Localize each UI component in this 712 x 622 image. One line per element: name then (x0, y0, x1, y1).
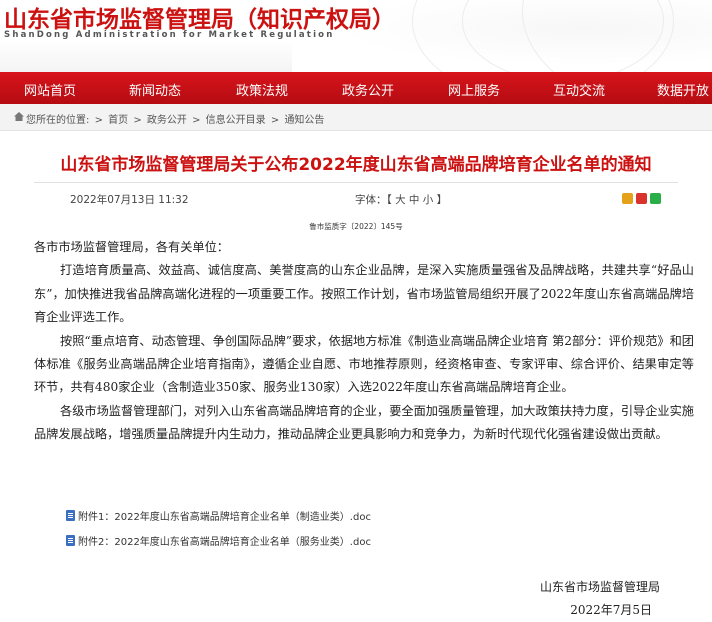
salutation: 各市市场监督管理局，各有关单位： (34, 240, 229, 254)
breadcrumb-text: 您所在的位置: > 首页 > 政务公开 > 信息公开目录 > 通知公告 (26, 111, 326, 126)
nav-item-online-service[interactable]: 网上服务 (448, 80, 500, 99)
doc-file-icon (66, 535, 75, 546)
nav-item-open-data[interactable]: 数据开放 (657, 80, 709, 99)
attachment-link-2[interactable]: 附件2：2022年度山东省高端品牌培育企业名单（服务业类）.doc (66, 533, 371, 548)
breadcrumb-item-home[interactable]: 首页 (108, 115, 128, 126)
share-wechat-icon[interactable] (650, 193, 661, 204)
breadcrumb-label: 您所在的位置: (26, 115, 90, 126)
attachment-label[interactable]: 附件2：2022年度山东省高端品牌培育企业名单（服务业类）.doc (78, 533, 371, 548)
nav-item-news[interactable]: 新闻动态 (129, 80, 181, 99)
breadcrumb-item-info-catalog[interactable]: 信息公开目录 (206, 115, 266, 126)
doc-file-icon (66, 510, 75, 521)
site-subtitle: ShanDong Administration for Market Regul… (4, 30, 335, 40)
main-nav: 网站首页 新闻动态 政策法规 政务公开 网上服务 互动交流 数据开放 (0, 72, 712, 104)
breadcrumb-sep-icon: > (94, 115, 103, 126)
nav-item-home[interactable]: 网站首页 (24, 80, 76, 99)
signature-date: 2022年7月5日 (570, 603, 652, 617)
breadcrumb-sep-icon: > (270, 115, 280, 126)
font-size-switcher[interactable]: 字体：【 大 中 小 】 (355, 192, 447, 207)
article-body: 各市市场监督管理局，各有关单位： 打造培育质量高、效益高、诚信度高、美誉度高的山… (34, 236, 694, 447)
nav-item-interaction[interactable]: 互动交流 (553, 80, 605, 99)
document-number: 鲁市监质字〔2022〕145号 (309, 222, 403, 231)
share-icons (622, 193, 661, 204)
site-header: 山东省市场监督管理局（知识产权局） ShanDong Administratio… (0, 0, 712, 72)
paragraph: 按照“重点培育、动态管理、争创国际品牌”要求，依据地方标准《制造业高端品牌企业培… (34, 333, 694, 395)
divider (34, 182, 678, 183)
paragraph: 各级市场监督管理部门，对列入山东省高端品牌培育的企业，要全面加强质量管理，加大政… (34, 403, 694, 442)
home-icon (14, 112, 24, 121)
attachment-label[interactable]: 附件1：2022年度山东省高端品牌培育企业名单（制造业类）.doc (78, 508, 371, 523)
breadcrumb: 您所在的位置: > 首页 > 政务公开 > 信息公开目录 > 通知公告 (0, 104, 712, 131)
breadcrumb-item-public-affairs[interactable]: 政务公开 (147, 115, 187, 126)
breadcrumb-sep-icon: > (192, 115, 201, 126)
breadcrumb-item-notices[interactable]: 通知公告 (284, 115, 324, 126)
nav-item-policy[interactable]: 政策法规 (236, 80, 288, 99)
attachment-link-1[interactable]: 附件1：2022年度山东省高端品牌培育企业名单（制造业类）.doc (66, 508, 371, 523)
share-qzone-icon[interactable] (622, 193, 633, 204)
paragraph: 打造培育质量高、效益高、诚信度高、美誉度高的山东企业品牌，是深入实施质量强省及品… (34, 263, 694, 325)
breadcrumb-sep-icon: > (133, 115, 142, 126)
signature-org: 山东省市场监督管理局 (539, 580, 660, 594)
share-weibo-icon[interactable] (636, 193, 647, 204)
publish-date: 2022年07月13日 11:32 (70, 194, 189, 206)
article-title: 山东省市场监督管理局关于公布2022年度山东省高端品牌培育企业名单的通知 (60, 155, 652, 175)
site-title[interactable]: 山东省市场监督管理局（知识产权局） (4, 0, 395, 34)
nav-item-public-affairs[interactable]: 政务公开 (342, 80, 394, 99)
